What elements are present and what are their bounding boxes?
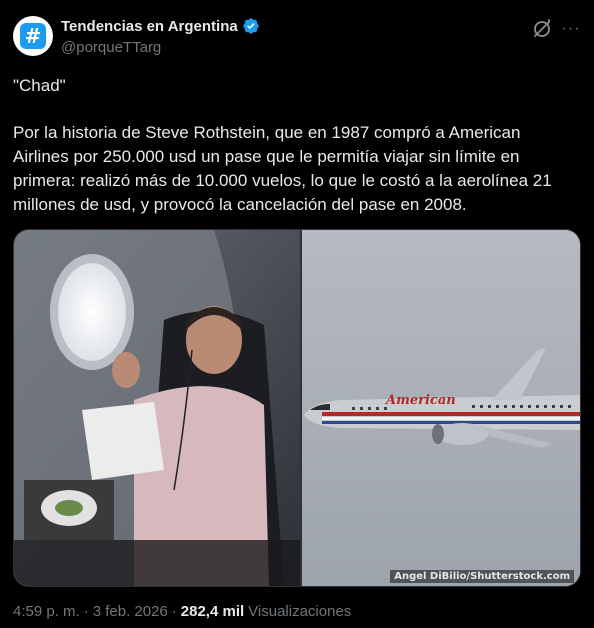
tweet-metadata: 4:59 p. m. · 3 feb. 2026 · 282,4 mil Vis… <box>13 603 351 620</box>
more-options-icon[interactable]: ··· <box>559 17 583 41</box>
author-name-row: Tendencias en Argentina <box>61 17 260 35</box>
tweet-media[interactable]: American Angel DiBilio/Shutterstock.com <box>13 229 581 587</box>
tweet-body-text: Por la historia de Steve Rothstein, que … <box>13 123 552 214</box>
media-image-left[interactable] <box>14 230 300 586</box>
views-label: Visualizaciones <box>248 603 352 620</box>
meta-separator: · <box>83 603 89 620</box>
media-image-right[interactable]: American Angel DiBilio/Shutterstock.com <box>302 230 580 586</box>
meta-separator: · <box>171 603 177 620</box>
grok-icon[interactable] <box>530 17 554 41</box>
plane-livery-text: American <box>384 393 456 408</box>
photo-credit-watermark: Angel DiBilio/Shutterstock.com <box>390 570 574 583</box>
verified-badge-icon <box>243 18 259 34</box>
tweet-date[interactable]: 3 feb. 2026 <box>93 603 168 620</box>
man-in-seat-photo <box>14 230 300 586</box>
avatar-symbol: # <box>24 24 42 48</box>
airplane-photo: American <box>302 230 580 586</box>
avatar[interactable]: # <box>13 16 53 56</box>
tweet-card: # Tendencias en Argentina @porqueTTarg ·… <box>0 0 594 628</box>
author-display-name[interactable]: Tendencias en Argentina <box>61 18 238 35</box>
views-count: 282,4 mil <box>180 603 245 620</box>
tweet-quote-text: "Chad" <box>13 76 66 95</box>
tweet-time[interactable]: 4:59 p. m. <box>13 603 80 620</box>
avatar-badge: # <box>20 23 46 49</box>
author-handle[interactable]: @porqueTTarg <box>61 39 161 56</box>
